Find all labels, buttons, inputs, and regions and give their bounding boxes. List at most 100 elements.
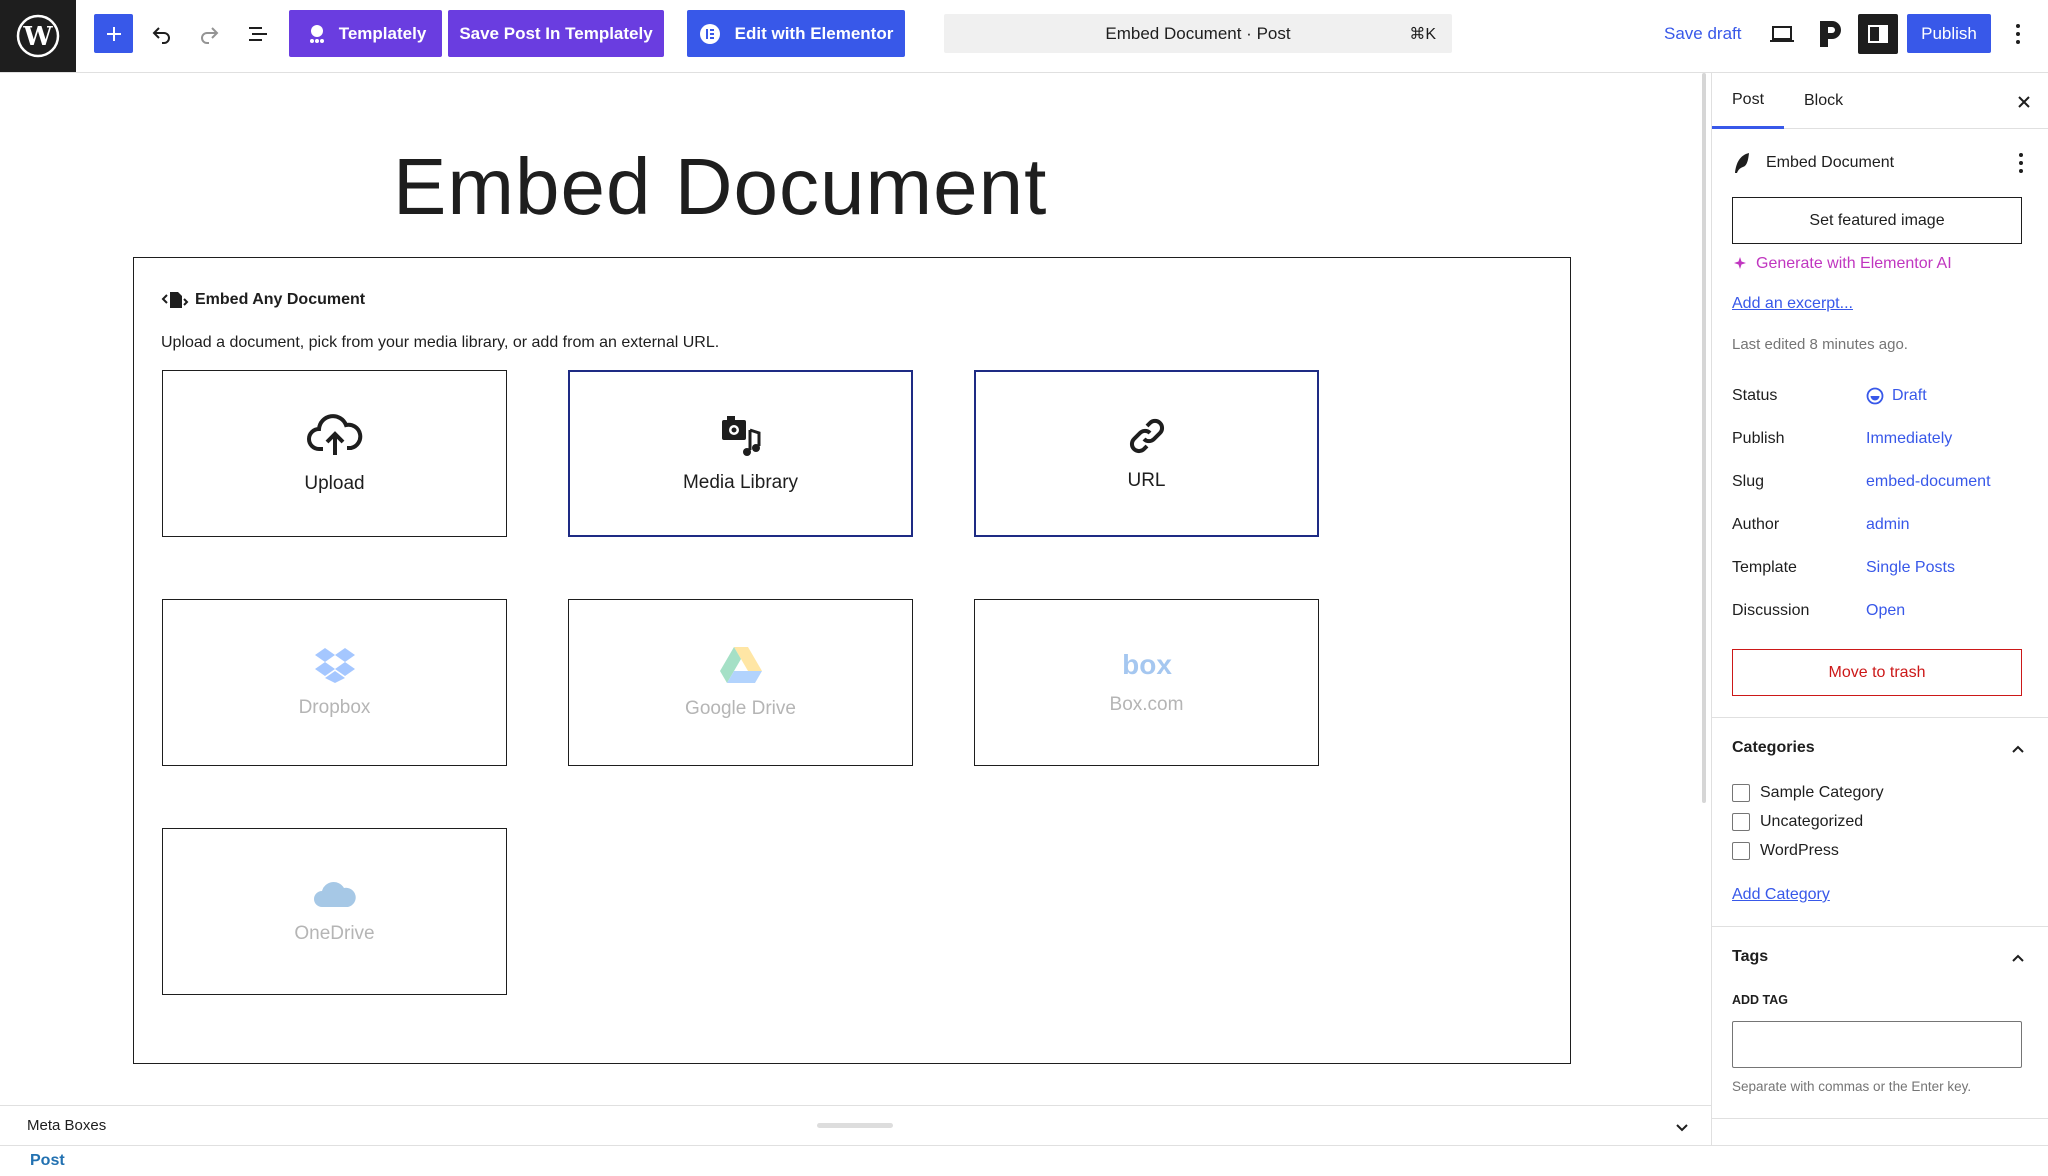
redo-icon bbox=[201, 27, 219, 44]
svg-text:box: box bbox=[1122, 650, 1172, 680]
laptop-icon bbox=[1770, 26, 1794, 42]
onedrive-label: OneDrive bbox=[294, 922, 375, 944]
plugin-logo-icon bbox=[1820, 21, 1841, 47]
category-item[interactable]: WordPress bbox=[1732, 842, 1839, 860]
meta-boxes-bar[interactable]: Meta Boxes bbox=[0, 1105, 1711, 1145]
tag-hint: Separate with commas or the Enter key. bbox=[1732, 1079, 1972, 1094]
draft-status-icon bbox=[1866, 387, 1884, 405]
svg-text:W: W bbox=[22, 22, 53, 52]
set-featured-image-button[interactable]: Set featured image bbox=[1732, 197, 2022, 244]
google-drive-icon bbox=[719, 646, 762, 683]
media-library-icon bbox=[721, 415, 760, 456]
category-item[interactable]: Uncategorized bbox=[1732, 813, 1863, 831]
box-icon: box bbox=[1122, 650, 1172, 680]
add-tag-label: ADD TAG bbox=[1732, 993, 1789, 1007]
author-label: Author bbox=[1732, 516, 1780, 533]
breadcrumb[interactable]: Post bbox=[30, 1152, 65, 1170]
onedrive-tile[interactable]: OneDrive bbox=[162, 828, 507, 995]
discussion-value[interactable]: Open bbox=[1866, 602, 1905, 620]
category-checkbox[interactable] bbox=[1732, 842, 1750, 860]
document-overview-button[interactable] bbox=[238, 14, 278, 54]
publish-button[interactable]: Publish bbox=[1907, 14, 1991, 53]
embed-block-header: Embed Any Document bbox=[161, 290, 365, 310]
upload-tile[interactable]: Upload bbox=[162, 370, 507, 537]
chevron-down-icon[interactable] bbox=[1673, 1118, 1691, 1136]
tag-input[interactable] bbox=[1732, 1021, 2022, 1068]
embed-block-title: Embed Any Document bbox=[195, 291, 366, 308]
dropbox-icon bbox=[314, 647, 355, 683]
document-title-label: Embed Document · Post bbox=[1105, 23, 1291, 43]
generate-elementor-ai-link[interactable]: Generate with Elementor AI bbox=[1732, 255, 1952, 273]
plus-icon bbox=[106, 26, 121, 41]
editor-canvas: Embed Document Embed Any Document Upload… bbox=[0, 73, 1706, 1105]
publish-label: Publish bbox=[1732, 430, 1785, 447]
media-library-tile[interactable]: Media Library bbox=[568, 370, 913, 537]
sidebar-tabs: Post Block bbox=[1712, 73, 2048, 129]
settings-sidebar-toggle[interactable] bbox=[1858, 14, 1898, 54]
generate-ai-label: Generate with Elementor AI bbox=[1756, 255, 1952, 272]
google-drive-tile[interactable]: Google Drive bbox=[568, 599, 913, 766]
more-vertical-icon[interactable] bbox=[2018, 152, 2024, 174]
author-value[interactable]: admin bbox=[1866, 516, 1910, 534]
tab-block[interactable]: Block bbox=[1794, 73, 1853, 129]
last-edited-text: Last edited 8 minutes ago. bbox=[1732, 336, 1908, 353]
wordpress-icon: W bbox=[16, 14, 60, 58]
category-checkbox[interactable] bbox=[1732, 784, 1750, 802]
categories-title[interactable]: Categories bbox=[1732, 739, 1815, 757]
slug-value[interactable]: embed-document bbox=[1866, 473, 1991, 491]
move-to-trash-button[interactable]: Move to trash bbox=[1732, 649, 2022, 696]
status-value-text: Draft bbox=[1892, 387, 1927, 404]
save-draft-button[interactable]: Save draft bbox=[1654, 14, 1752, 53]
category-item[interactable]: Sample Category bbox=[1732, 784, 1884, 802]
category-checkbox[interactable] bbox=[1732, 813, 1750, 831]
url-tile[interactable]: URL bbox=[974, 370, 1319, 537]
status-label: Status bbox=[1732, 387, 1778, 404]
options-menu-button[interactable] bbox=[2000, 14, 2036, 54]
embed-document-block[interactable]: Embed Any Document Upload a document, pi… bbox=[133, 257, 1571, 1064]
command-palette-bar[interactable]: Embed Document · Post ⌘K bbox=[944, 14, 1452, 53]
upload-label: Upload bbox=[304, 472, 365, 494]
add-excerpt-link[interactable]: Add an excerpt... bbox=[1732, 295, 1853, 313]
link-icon bbox=[1129, 418, 1164, 453]
tab-post[interactable]: Post bbox=[1712, 73, 1785, 129]
add-category-link[interactable]: Add Category bbox=[1732, 886, 1830, 904]
template-value[interactable]: Single Posts bbox=[1866, 559, 1955, 577]
more-vertical-icon bbox=[2016, 24, 2020, 44]
elementor-label: Edit with Elementor bbox=[734, 23, 894, 43]
post-name: Embed Document bbox=[1766, 154, 1895, 171]
box-tile[interactable]: box Box.com bbox=[974, 599, 1319, 766]
publish-value[interactable]: Immediately bbox=[1866, 430, 1952, 448]
canvas-scrollbar[interactable] bbox=[1702, 73, 1706, 803]
edit-with-elementor-button[interactable]: Edit with Elementor bbox=[687, 10, 905, 57]
save-post-in-templately-button[interactable]: Save Post In Templately bbox=[448, 10, 664, 57]
close-icon[interactable] bbox=[2011, 89, 2037, 115]
dropbox-label: Dropbox bbox=[298, 696, 371, 718]
brand-plugin-button[interactable] bbox=[1810, 14, 1850, 54]
chevron-up-icon[interactable] bbox=[2008, 948, 2028, 968]
add-block-button[interactable] bbox=[94, 14, 133, 53]
section-divider bbox=[1712, 717, 2048, 718]
wordpress-logo-button[interactable]: W bbox=[0, 0, 76, 72]
settings-sidebar: Post Block Embed Document Set featured i… bbox=[1711, 73, 2048, 1145]
media-library-label: Media Library bbox=[682, 471, 799, 493]
preview-button[interactable] bbox=[1762, 14, 1802, 54]
excerpt-row: Add an excerpt... bbox=[1732, 295, 1853, 313]
meta-boxes-resize-handle[interactable] bbox=[817, 1123, 893, 1128]
chevron-up-icon[interactable] bbox=[2008, 739, 2028, 759]
post-title[interactable]: Embed Document bbox=[393, 141, 1047, 233]
elementor-icon bbox=[699, 23, 720, 44]
google-drive-label: Google Drive bbox=[685, 697, 796, 719]
embed-block-description: Upload a document, pick from your media … bbox=[161, 334, 720, 351]
templately-button[interactable]: Templately bbox=[289, 10, 442, 57]
undo-button[interactable] bbox=[142, 14, 182, 54]
templately-label: Templately bbox=[338, 23, 427, 43]
url-label: URL bbox=[1127, 469, 1166, 491]
discussion-label: Discussion bbox=[1732, 602, 1810, 619]
redo-button[interactable] bbox=[189, 14, 229, 54]
status-value[interactable]: Draft bbox=[1866, 387, 1927, 405]
dropbox-tile[interactable]: Dropbox bbox=[162, 599, 507, 766]
save-templately-label: Save Post In Templately bbox=[459, 23, 653, 43]
slug-label: Slug bbox=[1732, 473, 1765, 490]
tags-title[interactable]: Tags bbox=[1732, 948, 1768, 966]
box-label: Box.com bbox=[1109, 693, 1184, 715]
